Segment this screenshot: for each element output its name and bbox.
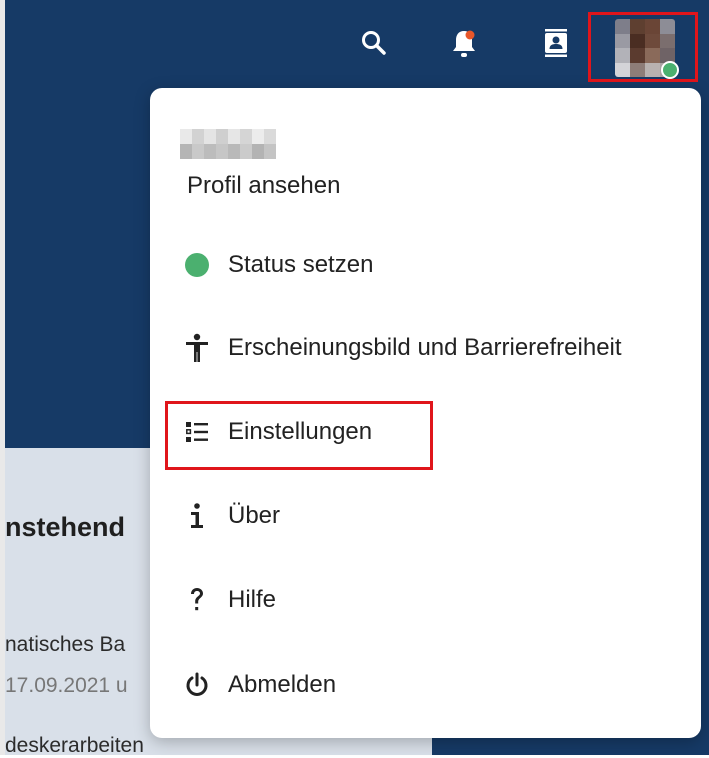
content-line: natisches Ba xyxy=(5,633,126,656)
power-icon xyxy=(186,672,208,696)
menu-item-label: Über xyxy=(228,502,281,529)
menu-item-label: Einstellungen xyxy=(228,418,373,445)
menu-item-set-status[interactable]: Status setzen xyxy=(150,230,701,300)
search-button[interactable] xyxy=(356,25,392,61)
settings-list-icon-wrap xyxy=(177,412,217,452)
content-heading: nstehend xyxy=(5,512,126,542)
status-dot-icon xyxy=(177,245,217,285)
menu-item-appearance-accessibility[interactable]: Erscheinungsbild und Barrierefreiheit xyxy=(150,313,701,383)
user-name-pixelated xyxy=(180,129,276,159)
user-dropdown-menu: Profil ansehen Status setzen Erscheinung… xyxy=(150,88,701,738)
view-profile-link[interactable]: Profil ansehen xyxy=(187,172,340,200)
info-icon xyxy=(191,503,203,528)
accessibility-icon-wrap xyxy=(177,328,217,368)
contacts-icon xyxy=(545,29,567,57)
power-icon-wrap xyxy=(177,665,217,705)
menu-item-label: Hilfe xyxy=(228,586,277,613)
menu-item-label: Erscheinungsbild und Barrierefreiheit xyxy=(228,334,622,361)
bell-icon xyxy=(453,30,475,57)
user-menu-button[interactable] xyxy=(588,12,698,82)
menu-item-label: Status setzen xyxy=(228,251,374,278)
menu-item-about[interactable]: Über xyxy=(150,481,701,551)
status-dot xyxy=(185,253,209,277)
help-icon xyxy=(191,588,203,611)
info-icon-wrap xyxy=(177,496,217,536)
menu-item-settings[interactable]: Einstellungen xyxy=(150,397,701,467)
search-icon xyxy=(362,31,386,55)
content-date: 17.09.2021 u xyxy=(5,674,128,697)
contacts-button[interactable] xyxy=(538,25,574,61)
settings-list-icon xyxy=(186,422,208,442)
notifications-button[interactable] xyxy=(446,25,482,61)
help-icon-wrap xyxy=(177,580,217,620)
menu-item-label: Abmelden xyxy=(228,671,337,698)
status-indicator xyxy=(661,61,679,79)
content-line: deskerarbeiten xyxy=(5,734,144,757)
menu-item-help[interactable]: Hilfe xyxy=(150,565,701,635)
menu-item-logout[interactable]: Abmelden xyxy=(150,650,701,720)
accessibility-icon xyxy=(186,333,208,362)
